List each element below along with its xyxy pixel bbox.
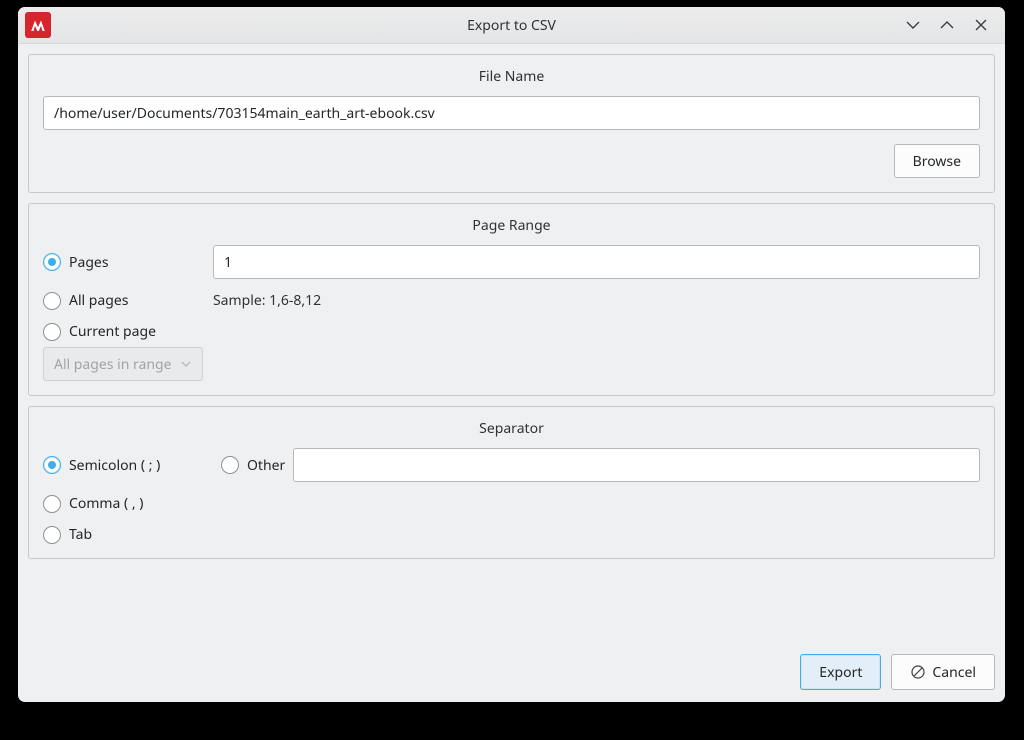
radio-all-pages[interactable]: All pages xyxy=(43,291,213,310)
radio-pages[interactable]: Pages xyxy=(43,253,213,272)
page-range-heading: Page Range xyxy=(43,216,980,235)
app-icon xyxy=(25,12,51,38)
file-name-heading: File Name xyxy=(43,67,980,86)
browse-button[interactable]: Browse xyxy=(894,144,980,178)
sample-hint: Sample: 1,6-8,12 xyxy=(213,291,980,310)
radio-comma-label: Comma ( , ) xyxy=(69,494,143,513)
radio-dot-icon xyxy=(43,526,61,544)
range-mode-select: All pages in range xyxy=(43,347,203,381)
radio-current-page-label: Current page xyxy=(69,322,156,341)
chevron-down-icon xyxy=(180,358,192,370)
pages-input[interactable] xyxy=(213,245,980,279)
page-range-group: Page Range Pages All pages Sample: 1,6-8… xyxy=(28,203,995,396)
separator-heading: Separator xyxy=(43,419,980,438)
titlebar: Export to CSV xyxy=(18,7,1005,44)
export-button[interactable]: Export xyxy=(800,654,881,690)
prohibit-icon xyxy=(910,664,926,680)
maximize-icon[interactable] xyxy=(937,15,957,35)
dialog-title: Export to CSV xyxy=(18,16,1005,35)
radio-dot-icon xyxy=(43,323,61,341)
dialog-footer: Export Cancel xyxy=(18,650,1005,702)
radio-semicolon-label: Semicolon ( ; ) xyxy=(69,456,160,475)
radio-tab[interactable]: Tab xyxy=(43,525,213,544)
cancel-button[interactable]: Cancel xyxy=(891,654,995,690)
file-name-group: File Name Browse xyxy=(28,54,995,193)
range-mode-label: All pages in range xyxy=(54,355,172,374)
radio-dot-icon xyxy=(43,456,61,474)
other-separator-input[interactable] xyxy=(293,448,980,482)
minimize-icon[interactable] xyxy=(903,15,923,35)
radio-dot-icon xyxy=(221,456,239,474)
dialog-content: File Name Browse Page Range Pages All pa… xyxy=(18,44,1005,650)
radio-tab-label: Tab xyxy=(69,525,92,544)
separator-group: Separator Semicolon ( ; ) Other Comma ( … xyxy=(28,406,995,559)
radio-other[interactable]: Other xyxy=(221,456,285,475)
close-icon[interactable] xyxy=(971,15,991,35)
dialog-window: Export to CSV File Name Browse Page Rang… xyxy=(18,7,1005,702)
radio-other-label: Other xyxy=(247,456,285,475)
radio-comma[interactable]: Comma ( , ) xyxy=(43,494,213,513)
radio-pages-label: Pages xyxy=(69,253,109,272)
cancel-button-label: Cancel xyxy=(932,663,976,682)
radio-dot-icon xyxy=(43,495,61,513)
radio-dot-icon xyxy=(43,253,61,271)
radio-current-page[interactable]: Current page xyxy=(43,322,213,341)
radio-all-pages-label: All pages xyxy=(69,291,129,310)
file-path-input[interactable] xyxy=(43,96,980,130)
window-controls xyxy=(903,15,1005,35)
radio-dot-icon xyxy=(43,292,61,310)
radio-semicolon[interactable]: Semicolon ( ; ) xyxy=(43,456,213,475)
